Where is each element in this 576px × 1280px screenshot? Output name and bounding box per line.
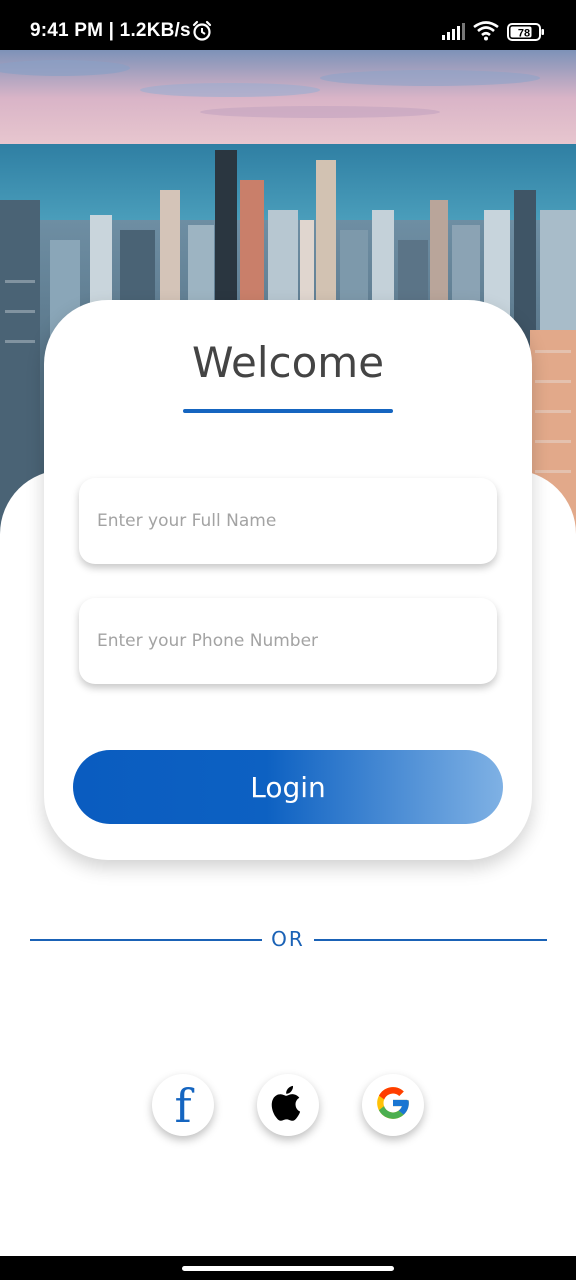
home-gesture-handle[interactable]: [182, 1266, 394, 1271]
full-name-field: [79, 478, 497, 564]
google-login-button[interactable]: [362, 1074, 424, 1136]
title-underline: [183, 409, 393, 413]
battery-level: 78: [518, 28, 530, 40]
apple-icon: [271, 1083, 305, 1128]
login-card: Welcome Login: [44, 300, 532, 860]
alarm-icon: [191, 20, 213, 47]
full-name-input[interactable]: [79, 478, 497, 564]
signal-icon: [441, 23, 467, 46]
status-bar: 9:41 PM | 1.2KB/s 78: [0, 0, 576, 50]
facebook-login-button[interactable]: f: [152, 1074, 214, 1136]
page-title: Welcome: [191, 338, 385, 387]
phone-field: [79, 598, 497, 684]
phone-number-input[interactable]: [79, 598, 497, 684]
status-time: 9:41 PM | 1.2KB/s: [30, 20, 191, 41]
divider-line-right: [314, 939, 547, 941]
or-label: OR: [271, 927, 305, 951]
divider-line-left: [30, 939, 262, 941]
facebook-icon: f: [174, 1079, 192, 1133]
apple-login-button[interactable]: [257, 1074, 319, 1136]
login-button[interactable]: Login: [73, 750, 503, 824]
google-icon: [374, 1084, 412, 1127]
wifi-icon: [473, 21, 499, 46]
battery-icon: 78: [507, 23, 545, 46]
